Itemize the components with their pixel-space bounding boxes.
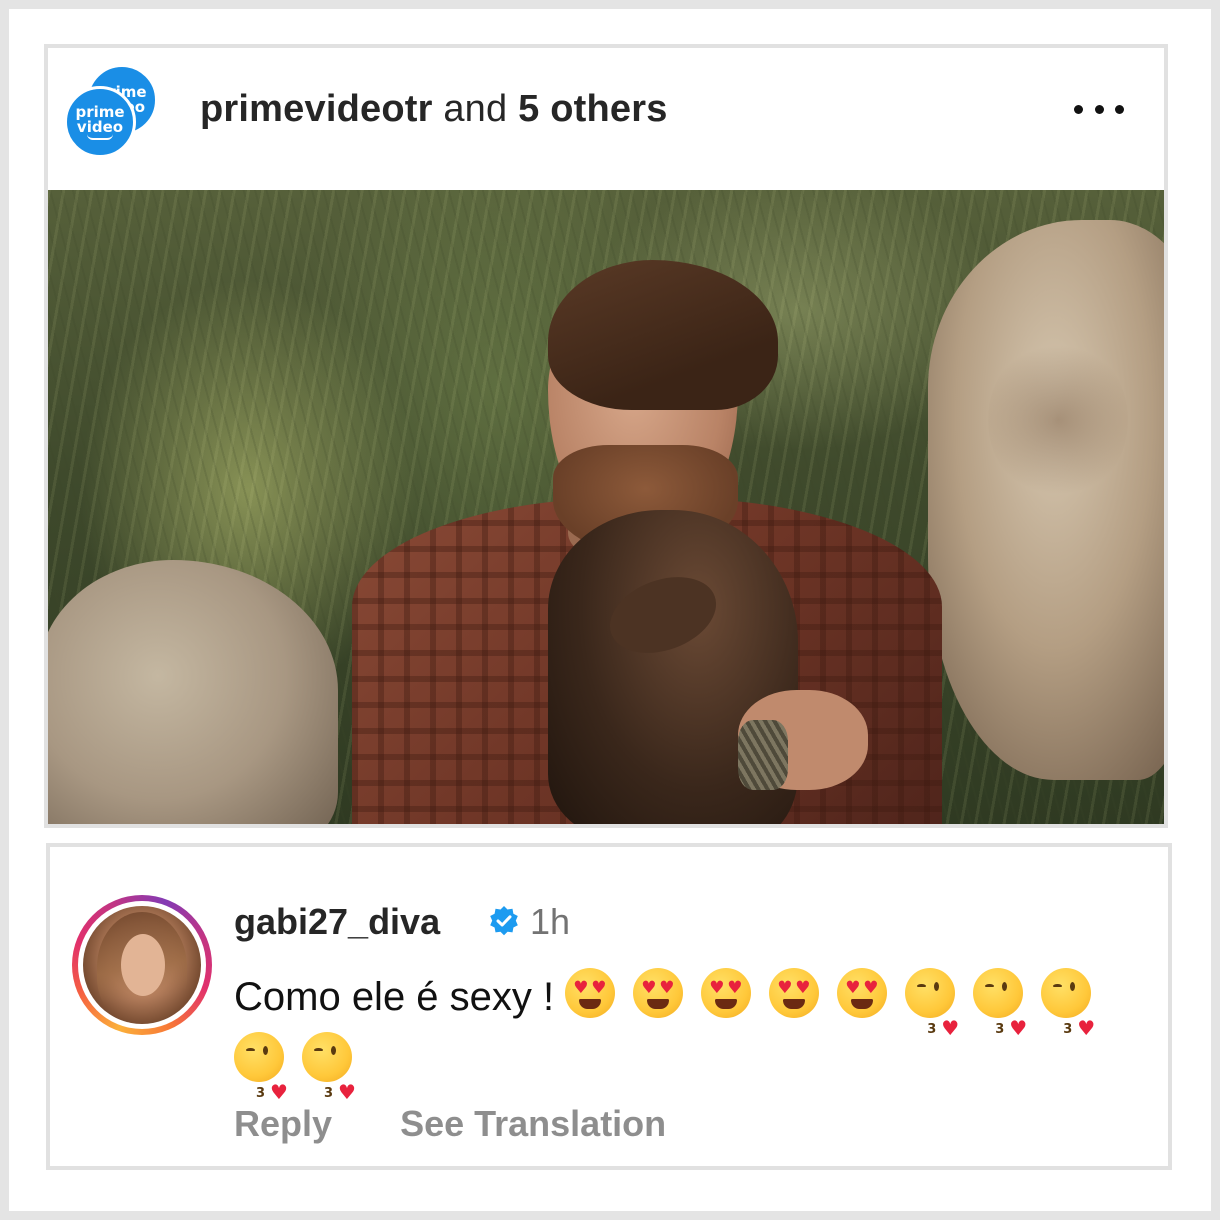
comment-timestamp: 1h [530, 901, 571, 942]
photo-hair [548, 260, 778, 410]
more-dot [1094, 104, 1104, 114]
comment-card: gabi27_diva 1h Como ele é sexy ! ♥ ♥ ♥ ♥ ♥ ♥ ♥… [46, 843, 1172, 1170]
heart-eyes-emoji-icon: ♥ ♥ [633, 968, 689, 1018]
kissing-heart-emoji-icon: 3 ♥ [905, 968, 961, 1040]
post-author-line[interactable]: primevideotr and 5 others [200, 88, 668, 131]
more-horizontal-icon[interactable] [1074, 102, 1124, 116]
verified-badge-icon [490, 906, 518, 936]
post-card: prime video prime video primevideotr and… [44, 44, 1168, 828]
more-dot [1115, 104, 1124, 114]
heart-eyes-emoji-icon: ♥ ♥ [565, 968, 621, 1018]
more-dot [1074, 104, 1083, 114]
heart-eyes-emoji-icon: ♥ ♥ [769, 968, 825, 1018]
post-header: prime video prime video primevideotr and… [48, 48, 1164, 190]
avatar-gap [78, 901, 206, 1029]
avatar-logo-text: video [76, 117, 124, 136]
heart-eyes-emoji-icon: ♥ ♥ [837, 968, 893, 1018]
smile-arrow-icon [87, 134, 113, 140]
commenter-avatar [83, 906, 201, 1024]
see-translation-button[interactable]: See Translation [400, 1103, 666, 1144]
post-photo[interactable] [48, 190, 1164, 824]
kissing-heart-emoji-icon: 3 ♥ [302, 1032, 358, 1104]
story-ring-avatar[interactable] [72, 895, 212, 1035]
comment-actions: Reply See Translation [234, 1103, 724, 1145]
comment-body: Como ele é sexy ! ♥ ♥ ♥ ♥ ♥ ♥ ♥ ♥ ♥ ♥ 3 ♥ 3 ♥ 3 ♥ 3 ♥ 3 ♥ [234, 965, 1134, 1104]
post-others[interactable]: 5 others [518, 88, 667, 130]
heart-eyes-emoji-icon: ♥ ♥ [701, 968, 757, 1018]
photo-man-with-puppy [48, 190, 1164, 824]
kissing-heart-emoji-icon: 3 ♥ [1041, 968, 1097, 1040]
reply-button[interactable]: Reply [234, 1103, 332, 1144]
prime-video-avatar: prime video [64, 86, 136, 158]
comment-text: Como ele é sexy ! [234, 975, 555, 1019]
kissing-heart-emoji-icon: 3 ♥ [234, 1032, 290, 1104]
post-author[interactable]: primevideotr [200, 88, 433, 130]
author-suffix: and [432, 88, 519, 130]
photo-bracelet [738, 720, 788, 790]
comment-username[interactable]: gabi27_diva [234, 901, 440, 943]
collab-avatars[interactable]: prime video prime video [64, 64, 158, 158]
kissing-heart-emoji-icon: 3 ♥ [973, 968, 1029, 1040]
